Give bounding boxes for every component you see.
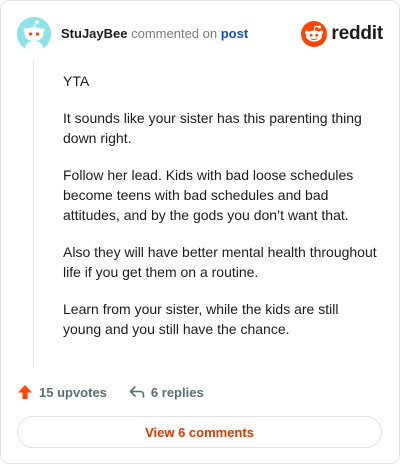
reddit-logo[interactable]: reddit: [301, 20, 383, 48]
snoo-avatar-icon[interactable]: [17, 17, 51, 51]
comment-header: StuJayBee commented on post reddit: [17, 17, 383, 51]
comment-paragraph: It sounds like your sister has this pare…: [63, 110, 362, 146]
upvote-arrow-icon: [18, 385, 32, 399]
view-comments-button[interactable]: View 6 comments: [17, 416, 382, 448]
reddit-logo-icon: [301, 21, 328, 47]
comment-body: YTA It sounds like your sister has this …: [63, 71, 379, 356]
reply-arrow-icon: [129, 386, 145, 398]
replies-button[interactable]: 6 replies: [129, 384, 204, 400]
comment-paragraph: Learn from your sister, while the kids a…: [63, 301, 339, 337]
commented-on-text: commented on: [131, 26, 218, 41]
comment-paragraph: Also they will have better mental health…: [63, 244, 377, 280]
reddit-wordmark: reddit: [331, 23, 383, 44]
reply-count: 6 replies: [150, 384, 204, 400]
upvote-count: 15 upvotes: [39, 384, 107, 400]
author-line: StuJayBee commented on post: [61, 26, 248, 42]
thread-line: [33, 61, 34, 367]
upvote-button[interactable]: 15 upvotes: [17, 384, 107, 400]
comment-paragraph: YTA: [63, 73, 90, 89]
comment-paragraph: Follow her lead. Kids with bad loose sch…: [63, 167, 354, 223]
post-link[interactable]: post: [221, 26, 248, 41]
author-name[interactable]: StuJayBee: [61, 26, 127, 41]
comment-actions: 15 upvotes 6 replies: [17, 382, 204, 402]
comment-embed-card: StuJayBee commented on post reddit YTA I…: [0, 0, 400, 464]
